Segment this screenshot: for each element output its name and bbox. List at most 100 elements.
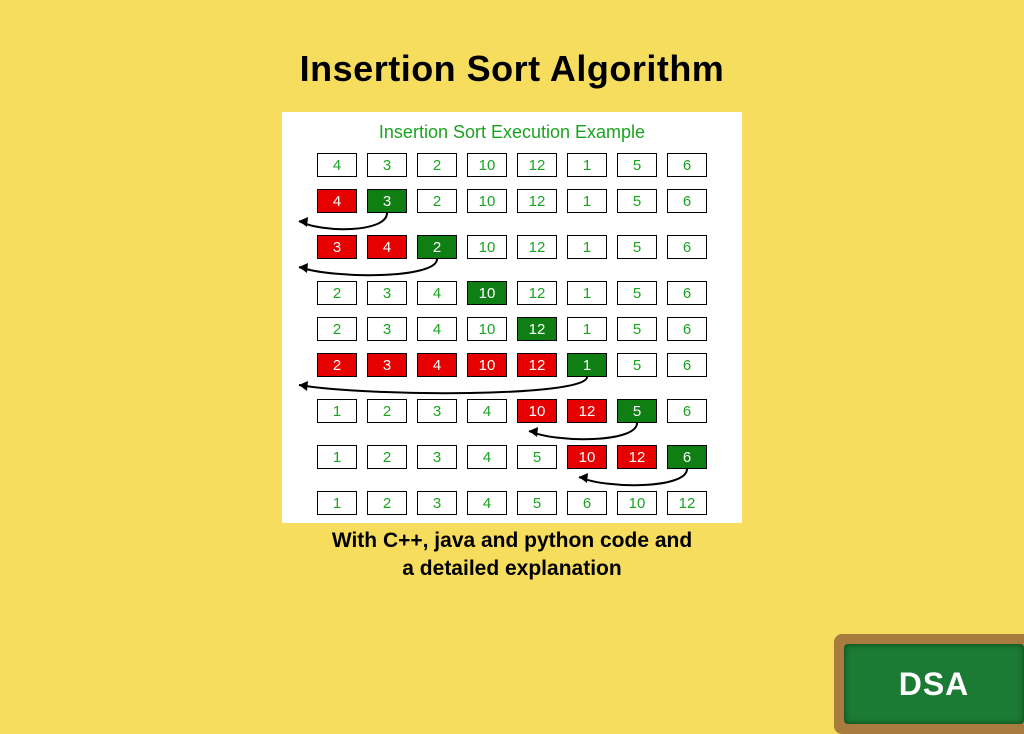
array-cell: 12 bbox=[517, 189, 557, 213]
array-cell: 10 bbox=[517, 399, 557, 423]
array-cell: 1 bbox=[567, 235, 607, 259]
array-cell: 2 bbox=[417, 153, 457, 177]
sort-step-row: 2341012156 bbox=[292, 353, 732, 377]
array-cell: 12 bbox=[617, 445, 657, 469]
dsa-badge-inner: DSA bbox=[844, 644, 1024, 724]
array-cell: 3 bbox=[367, 189, 407, 213]
array-cell: 12 bbox=[517, 153, 557, 177]
subtitle-line-2: a detailed explanation bbox=[0, 555, 1024, 583]
array-cell: 12 bbox=[517, 281, 557, 305]
array-cell: 2 bbox=[317, 317, 357, 341]
swap-arrow-icon bbox=[292, 421, 732, 447]
array-cell: 10 bbox=[467, 153, 507, 177]
array-cell: 3 bbox=[367, 153, 407, 177]
array-cell: 1 bbox=[317, 445, 357, 469]
array-cell: 2 bbox=[417, 235, 457, 259]
array-cell: 12 bbox=[567, 399, 607, 423]
array-cell: 10 bbox=[467, 235, 507, 259]
dsa-badge-text: DSA bbox=[899, 666, 970, 703]
array-cell: 6 bbox=[667, 281, 707, 305]
swap-arrow-icon bbox=[292, 467, 732, 493]
array-cell: 2 bbox=[367, 399, 407, 423]
array-cell: 5 bbox=[517, 491, 557, 515]
subtitle-line-1: With C++, java and python code and bbox=[0, 527, 1024, 555]
array-row: 1234561012 bbox=[292, 491, 732, 515]
array-cell: 6 bbox=[667, 445, 707, 469]
array-cell: 6 bbox=[667, 399, 707, 423]
array-cell: 5 bbox=[617, 399, 657, 423]
array-cell: 1 bbox=[567, 153, 607, 177]
array-cell: 6 bbox=[667, 153, 707, 177]
array-row: 432 10 12 156 bbox=[292, 153, 732, 177]
array-cell: 1 bbox=[567, 281, 607, 305]
sort-step-row: 1234101256 bbox=[292, 399, 732, 423]
sort-step-row: 1234510126 bbox=[292, 445, 732, 469]
array-cell: 2 bbox=[417, 189, 457, 213]
array-cell: 5 bbox=[617, 235, 657, 259]
array-cell: 4 bbox=[317, 189, 357, 213]
array-cell: 4 bbox=[417, 281, 457, 305]
array-cell: 1 bbox=[567, 353, 607, 377]
sort-step-row: 234 10 12 156 bbox=[292, 317, 732, 341]
array-cell: 10 bbox=[467, 353, 507, 377]
array-cell: 6 bbox=[667, 317, 707, 341]
array-cell: 2 bbox=[367, 491, 407, 515]
array-cell: 5 bbox=[617, 189, 657, 213]
array-cell: 1 bbox=[317, 399, 357, 423]
array-cell: 4 bbox=[467, 445, 507, 469]
array-row: 1234101256 bbox=[292, 399, 732, 423]
array-cell: 4 bbox=[417, 317, 457, 341]
array-cell: 4 bbox=[317, 153, 357, 177]
array-cell: 6 bbox=[667, 235, 707, 259]
array-cell: 4 bbox=[417, 353, 457, 377]
array-cell: 3 bbox=[367, 317, 407, 341]
array-row: 3421012156 bbox=[292, 235, 732, 259]
array-row: 1234510126 bbox=[292, 445, 732, 469]
array-cell: 12 bbox=[517, 353, 557, 377]
array-cell: 12 bbox=[667, 491, 707, 515]
array-cell: 1 bbox=[567, 317, 607, 341]
array-cell: 10 bbox=[467, 317, 507, 341]
array-cell: 3 bbox=[317, 235, 357, 259]
array-cell: 1 bbox=[567, 189, 607, 213]
array-cell: 4 bbox=[467, 491, 507, 515]
array-cell: 3 bbox=[367, 281, 407, 305]
sort-step-row: 1234561012 bbox=[292, 491, 732, 515]
array-cell: 6 bbox=[567, 491, 607, 515]
array-cell: 5 bbox=[617, 281, 657, 305]
panel-title: Insertion Sort Execution Example bbox=[292, 122, 732, 143]
sort-step-row: 234 10 12 156 bbox=[292, 281, 732, 305]
array-row: 2341012156 bbox=[292, 353, 732, 377]
array-cell: 10 bbox=[567, 445, 607, 469]
swap-arrow-icon bbox=[292, 257, 732, 283]
sort-step-row: 432 10 12 156 bbox=[292, 153, 732, 177]
array-cell: 3 bbox=[417, 445, 457, 469]
array-row: 432 10 12 156 bbox=[292, 189, 732, 213]
sort-step-row: 432 10 12 156 bbox=[292, 189, 732, 213]
array-cell: 3 bbox=[367, 353, 407, 377]
array-cell: 3 bbox=[417, 491, 457, 515]
array-cell: 4 bbox=[467, 399, 507, 423]
array-cell: 5 bbox=[617, 317, 657, 341]
page-title: Insertion Sort Algorithm bbox=[0, 0, 1024, 90]
array-cell: 5 bbox=[617, 153, 657, 177]
array-cell: 3 bbox=[417, 399, 457, 423]
sort-diagram-panel: Insertion Sort Execution Example 4321012… bbox=[282, 112, 742, 523]
array-cell: 10 bbox=[467, 189, 507, 213]
swap-arrow-icon bbox=[292, 211, 732, 237]
array-row: 234 10 12 156 bbox=[292, 317, 732, 341]
array-cell: 5 bbox=[517, 445, 557, 469]
array-cell: 12 bbox=[517, 317, 557, 341]
array-cell: 1 bbox=[317, 491, 357, 515]
subtitle: With C++, java and python code and a det… bbox=[0, 527, 1024, 584]
array-cell: 5 bbox=[617, 353, 657, 377]
array-cell: 6 bbox=[667, 189, 707, 213]
array-cell: 2 bbox=[367, 445, 407, 469]
array-cell: 10 bbox=[467, 281, 507, 305]
array-cell: 2 bbox=[317, 281, 357, 305]
rows-container: 4321012156432101215634210121562341012156… bbox=[292, 153, 732, 515]
swap-arrow-icon bbox=[292, 375, 732, 401]
array-cell: 6 bbox=[667, 353, 707, 377]
dsa-badge-board: DSA bbox=[834, 634, 1024, 734]
array-cell: 10 bbox=[617, 491, 657, 515]
